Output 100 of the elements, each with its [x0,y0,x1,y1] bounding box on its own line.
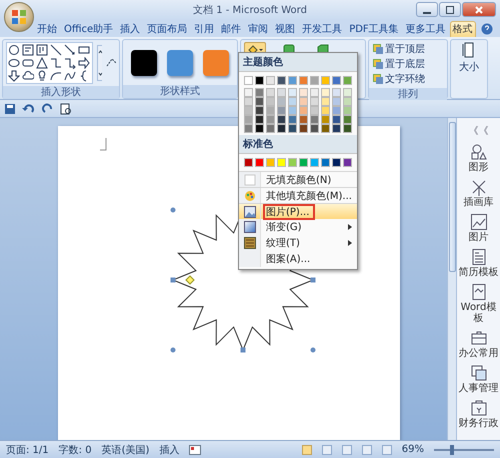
menu-item[interactable]: 图案(A)... [239,251,357,267]
color-swatch[interactable] [244,124,253,133]
ribbon-tab[interactable]: 更多工具 [402,21,449,37]
cloud-icon[interactable] [22,70,34,82]
color-swatch[interactable] [255,124,264,133]
color-swatch[interactable] [255,97,264,106]
zoom-level[interactable]: 69% [402,444,424,455]
menu-item[interactable]: 纹理(T) [239,235,357,251]
ribbon-tab[interactable]: 引用 [191,21,218,37]
color-swatch[interactable] [266,97,275,106]
ribbon-tab[interactable]: 开始 [34,21,60,37]
gallery-scroll-icon[interactable] [97,45,102,81]
shape-style-swatch[interactable] [131,50,157,76]
shape-style-swatch[interactable] [203,50,229,76]
color-swatch[interactable] [310,88,319,97]
selection-handle[interactable] [170,278,176,282]
color-swatch[interactable] [277,115,286,124]
color-swatch[interactable] [343,124,352,133]
redo-icon[interactable] [42,102,54,114]
panel-item-label[interactable]: 办公常用 [456,348,500,359]
color-swatch[interactable] [277,97,286,106]
rectangle-icon[interactable] [78,44,90,56]
color-swatch[interactable] [288,97,297,106]
vertical-scrollbar[interactable] [447,118,456,440]
color-swatch[interactable] [255,158,264,167]
color-swatch[interactable] [266,115,275,124]
color-swatch[interactable] [266,158,275,167]
color-swatch[interactable] [310,106,319,115]
circle-icon[interactable] [8,44,20,56]
view-mode-button[interactable] [362,444,372,454]
arrange-button[interactable]: 置于顶层 [373,42,425,56]
help-icon[interactable] [480,23,493,35]
color-swatch[interactable] [343,76,352,85]
color-swatch[interactable] [310,97,319,106]
elbow-line-icon[interactable] [50,57,62,69]
zoom-slider-thumb[interactable] [450,444,454,454]
color-swatch[interactable] [321,106,330,115]
color-swatch[interactable] [299,115,308,124]
color-swatch[interactable] [244,88,253,97]
color-swatch[interactable] [255,106,264,115]
panel-item-label[interactable]: 财务行政 [456,418,500,429]
color-swatch[interactable] [343,158,352,167]
adjust-handle[interactable] [185,275,195,285]
color-swatch[interactable] [277,88,286,97]
color-swatch[interactable] [299,97,308,106]
color-swatch[interactable] [277,124,286,133]
size-button[interactable]: 大小 [459,60,479,74]
color-swatch[interactable] [321,124,330,133]
color-swatch[interactable] [288,76,297,85]
color-swatch[interactable] [343,106,352,115]
view-mode-button[interactable] [382,444,392,454]
line-arrow-icon[interactable] [64,44,76,56]
color-swatch[interactable] [310,158,319,167]
color-swatch[interactable] [343,88,352,97]
color-swatch[interactable] [288,106,297,115]
right-arrow-icon[interactable] [78,57,90,69]
color-swatch[interactable] [343,97,352,106]
text-box-icon[interactable] [22,44,34,56]
color-swatch[interactable] [266,76,275,85]
color-swatch[interactable] [266,106,275,115]
color-swatch[interactable] [277,106,286,115]
down-arrow-icon[interactable] [8,70,20,82]
selection-handle[interactable] [170,348,176,352]
rounded-rectangle-icon[interactable] [22,57,34,69]
panel-item-label[interactable]: 图片 [456,232,500,243]
color-swatch[interactable] [299,124,308,133]
color-swatch[interactable] [277,76,286,85]
ribbon-tab[interactable]: 格式 [450,21,476,37]
triangle-icon[interactable] [36,57,48,69]
view-mode-button[interactable] [322,444,332,454]
color-swatch[interactable] [321,158,330,167]
undo-icon[interactable] [22,102,36,114]
panel-item-label[interactable]: 插画库 [456,197,500,208]
color-swatch[interactable] [332,88,341,97]
maximize-button[interactable] [439,2,461,17]
collapse-button[interactable]: 《《 [468,124,488,138]
ribbon-tab[interactable]: 插入 [117,21,144,37]
panel-item-label[interactable]: 图形 [456,162,500,173]
color-swatch[interactable] [332,76,341,85]
print-preview-icon[interactable] [60,102,72,114]
color-swatch[interactable] [266,124,275,133]
color-swatch[interactable] [332,158,341,167]
macro-icon[interactable] [189,444,202,454]
oval-icon[interactable] [8,57,20,69]
color-swatch[interactable] [299,88,308,97]
ribbon-tab[interactable]: Office助手 [61,21,116,37]
menu-item[interactable]: 渐变(G) [239,219,357,235]
selection-handle[interactable] [240,348,246,352]
minimize-button[interactable] [416,2,438,17]
ribbon-tab[interactable]: 页面布局 [144,21,190,37]
ribbon-tab[interactable]: 开发工具 [299,21,346,37]
color-swatch[interactable] [288,115,297,124]
color-swatch[interactable] [332,97,341,106]
color-swatch[interactable] [255,115,264,124]
color-swatch[interactable] [288,158,297,167]
color-swatch[interactable] [332,124,341,133]
color-swatch[interactable] [310,124,319,133]
color-swatch[interactable] [321,88,330,97]
color-swatch[interactable] [266,88,275,97]
color-swatch[interactable] [299,106,308,115]
